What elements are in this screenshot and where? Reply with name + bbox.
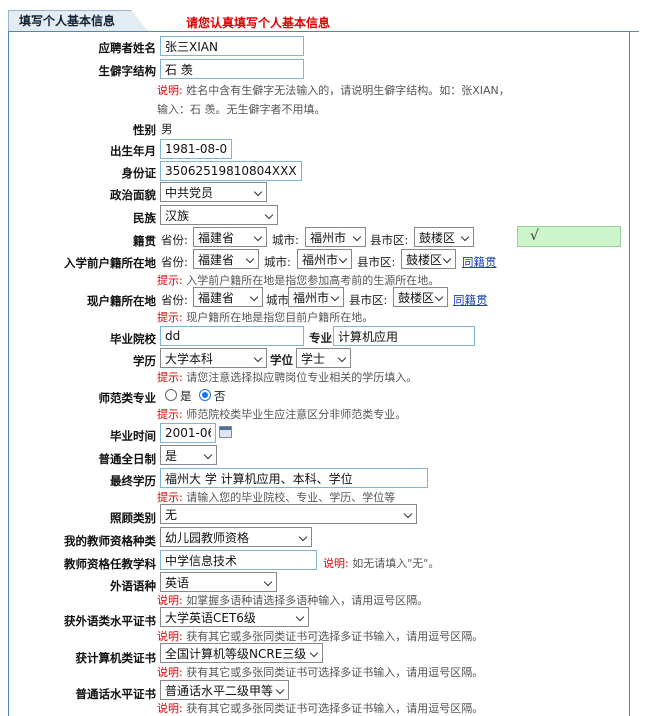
cert-subject-input[interactable] [160,550,317,570]
label-mandarin-cert: 普通话水平证书 [75,687,157,701]
valid-check-icon: √ [517,226,621,247]
tab-basic-info[interactable]: 填写个人基本信息 [8,10,148,31]
pre-same-as-native-link[interactable]: 同籍贯 [462,254,497,270]
name-input[interactable] [160,36,304,56]
cur-province-label: 省份: [161,293,188,307]
pre-province-select[interactable]: 福建省 [193,249,259,269]
grad-time-input[interactable] [160,423,216,443]
rare-char-input[interactable] [160,59,304,79]
tab-bar: 填写个人基本信息 请您认真填写个人基本信息 [0,0,647,34]
major-input[interactable] [333,326,475,346]
fulltime-select[interactable]: 是 [160,445,217,465]
highest-edu-hint: 提示: 请输入您的毕业院校、专业、学历、学位等 [157,491,396,504]
normal-hint: 提示: 师范院校类毕业生应注意区分非师范类专业。 [157,408,407,421]
label-computer-cert: 获计算机类证书 [75,651,157,665]
computer-cert-hint: 说明: 获有其它或多张同类证书可选择多证书输入，请用逗号区隔。 [157,666,484,679]
calendar-icon[interactable] [219,426,232,438]
mandarin-cert-hint: 说明: 获有其它或多张同类证书可选择多证书输入，请用逗号区隔。 [157,702,484,715]
label-politics: 政治面貌 [110,188,156,202]
label-birth: 出生年月 [110,144,156,158]
highest-edu-input[interactable] [160,468,428,488]
foreign-lang-hint: 说明: 如掌握多语种请选择多语种输入，请用逗号区隔。 [157,594,429,607]
label-ethnic: 民族 [133,211,156,225]
label-fulltime: 普通全日制 [98,452,157,466]
pre-hukou-hint: 提示: 入学前户籍所在地是指您参加高考前的生源所在地。 [157,274,440,287]
normal-no-label: 否 [214,389,226,403]
mandarin-cert-select[interactable]: 普通话水平二级甲等 [160,680,289,700]
label-grad-time: 毕业时间 [110,429,156,443]
label-name: 应聘者姓名 [98,41,157,55]
birth-input[interactable] [160,139,232,159]
rare-char-hint-2: 输入：石 羡。无生僻字者不用填。 [157,103,326,116]
label-school: 毕业院校 [110,332,156,346]
label-lang-cert: 获外语类水平证书 [64,614,156,628]
id-card-input[interactable] [160,161,302,181]
lang-cert-select[interactable]: 大学英语CET6级 [160,607,309,627]
edu-hint: 提示: 请您注意选择拟应聘岗位专业相关的学历填入。 [157,371,418,384]
rare-char-hint: 说明: 姓名中含有生僻字无法输入的，请说明生僻字结构。如：张XIAN， [157,84,510,97]
normal-no-radio[interactable] [199,389,211,401]
ethnic-select[interactable]: 汉族 [160,205,278,225]
degree-select[interactable]: 学士 [296,348,351,368]
label-edu: 学历 [133,354,156,368]
lang-cert-hint: 说明: 获有其它或多张同类证书可选择多证书输入，请用逗号区隔。 [157,630,484,643]
cur-same-as-native-link[interactable]: 同籍贯 [453,292,488,308]
label-native: 籍贯 [133,234,156,248]
label-degree: 学位 [270,353,293,367]
label-rare-char: 生僻字结构 [98,64,157,78]
label-gender: 性别 [133,123,156,137]
notice-text: 请您认真填写个人基本信息 [186,16,331,30]
label-care-category: 照顾类别 [110,511,156,525]
pre-province-label: 省份: [161,255,188,269]
native-province-label: 省份: [161,233,188,247]
care-category-select[interactable]: 无 [160,504,417,524]
label-pre-hukou: 入学前户籍所在地 [64,256,156,270]
normal-yes-label: 是 [180,389,192,403]
normal-yes-radio[interactable] [165,389,177,401]
cur-county-select[interactable]: 鼓楼区 [393,287,448,307]
label-highest-edu: 最终学历 [110,474,156,488]
cur-hukou-hint: 提示: 现户籍所在地是指您目前户籍所在地。 [157,311,374,324]
native-city-label: 城市: [272,233,299,247]
label-foreign-lang: 外语语种 [110,579,156,593]
cur-city-select[interactable]: 福州市 [288,287,344,307]
native-county-select[interactable]: 鼓楼区 [414,227,474,247]
label-cur-hukou: 现户籍所在地 [87,294,156,308]
computer-cert-select[interactable]: 全国计算机等级NCRE三级 [160,643,323,663]
gender-value: 男 [161,122,173,136]
label-teacher-cert: 我的教师资格种类 [64,534,156,548]
label-normal: 师范类专业 [98,391,157,405]
native-county-label: 县市区: [370,233,409,247]
native-province-select[interactable]: 福建省 [193,227,267,247]
cur-province-select[interactable]: 福建省 [193,287,263,307]
pre-city-select[interactable]: 福州市 [297,249,352,269]
label-major: 专业 [309,331,332,345]
politics-select[interactable]: 中共党员 [160,182,267,202]
label-cert-subject: 教师资格任教学科 [64,557,156,571]
label-id-card: 身份证 [121,166,157,180]
teacher-cert-select[interactable]: 幼儿园教师资格 [160,527,312,547]
native-city-select[interactable]: 福州市 [305,227,366,247]
pre-city-label: 城市: [264,255,291,269]
foreign-lang-select[interactable]: 英语 [160,572,277,592]
cur-county-label: 县市区: [349,293,388,307]
edu-select[interactable]: 大学本科 [160,348,267,368]
pre-county-select[interactable]: 鼓楼区 [401,249,456,269]
cert-subject-hint: 说明: 如无请填入"无"。 [323,557,440,570]
school-input[interactable] [160,326,304,346]
pre-county-label: 县市区: [357,255,396,269]
